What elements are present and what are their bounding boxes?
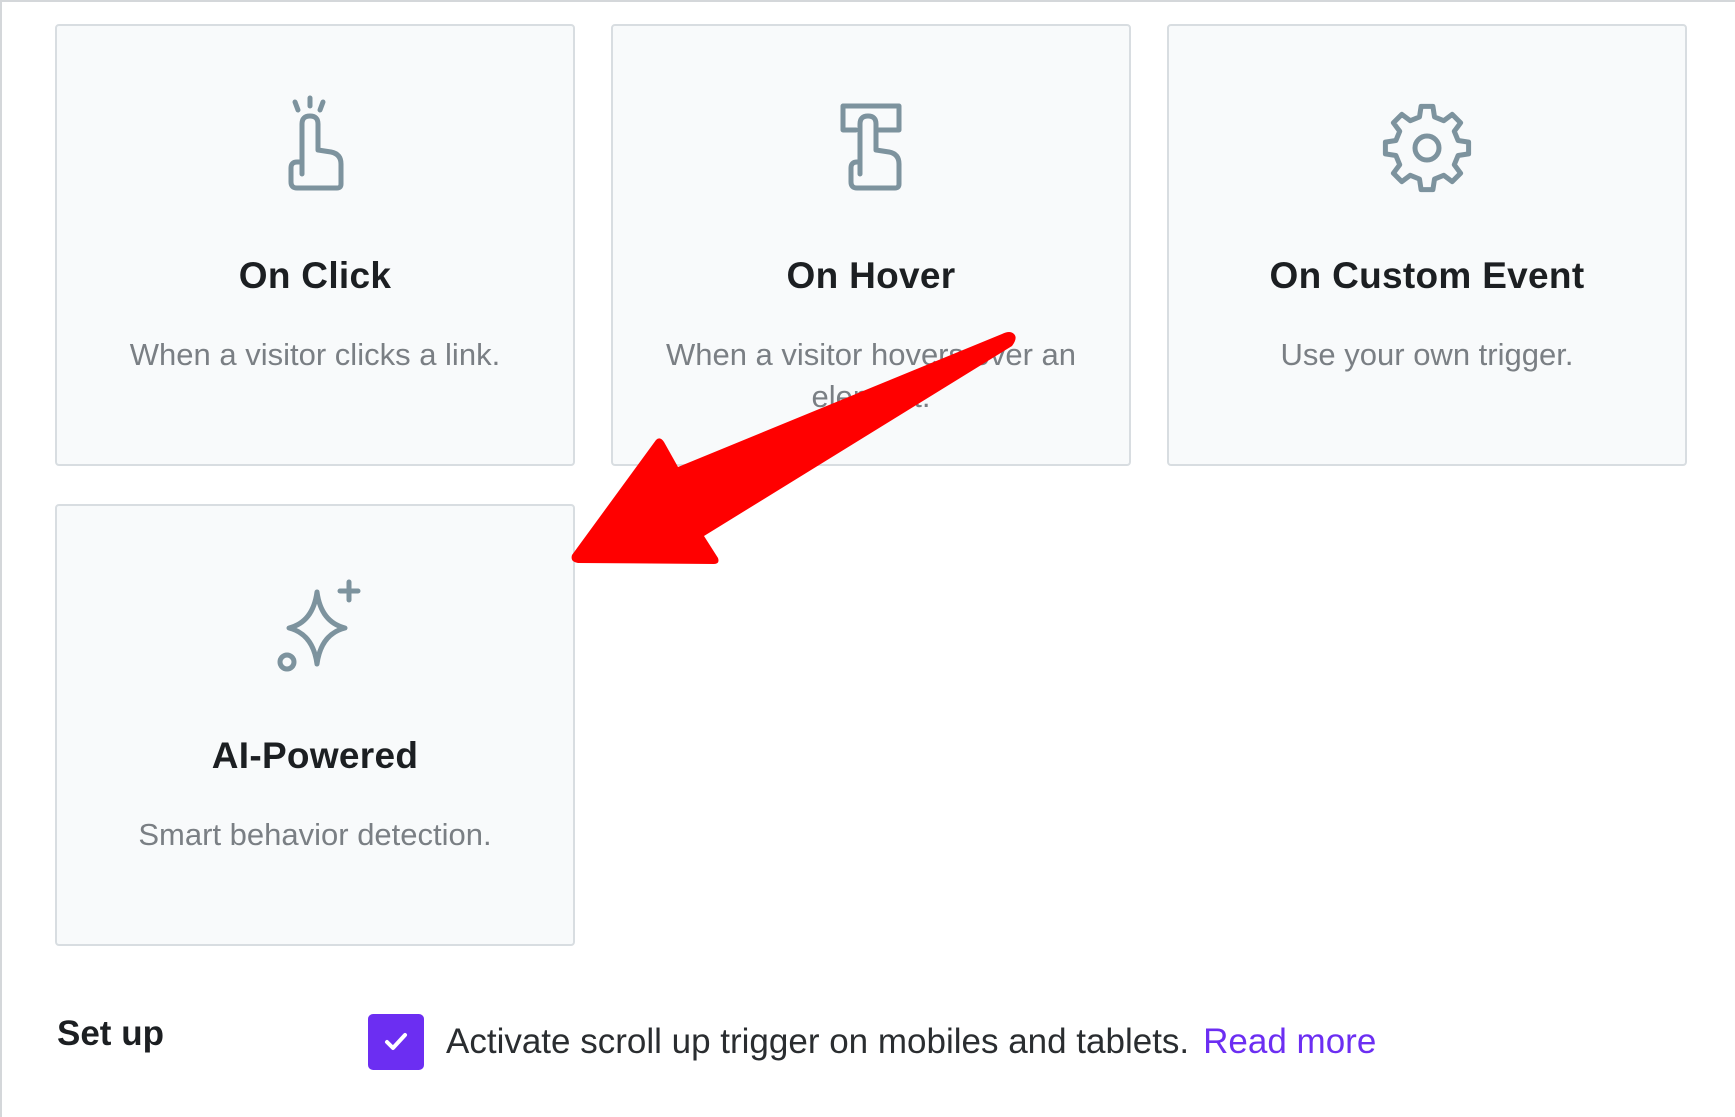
checkmark-icon <box>385 1033 407 1050</box>
gear-icon <box>1367 88 1487 208</box>
trigger-card-on-click[interactable]: On Click When a visitor clicks a link. <box>55 24 575 466</box>
trigger-settings-page: On Click When a visitor clicks a link. O… <box>0 0 1735 1117</box>
read-more-link[interactable]: Read more <box>1203 1022 1376 1061</box>
sparkle-icon <box>255 568 375 688</box>
setup-label: Set up <box>57 1014 164 1053</box>
scroll-up-trigger-label: Activate scroll up trigger on mobiles an… <box>446 1022 1376 1062</box>
card-description: When a visitor clicks a link. <box>129 337 501 372</box>
card-title: AI-Powered <box>211 735 419 776</box>
trigger-card-on-custom-event[interactable]: On Custom Event Use your own trigger. <box>1167 24 1687 466</box>
scroll-up-trigger-checkbox[interactable] <box>368 1014 424 1070</box>
card-title: On Click <box>238 255 392 296</box>
pointer-click-icon <box>255 88 375 208</box>
card-description: When a visitor hovers over an element. <box>665 337 1077 414</box>
trigger-card-ai-powered[interactable]: AI-Powered Smart behavior detection. <box>55 504 575 946</box>
card-description: Use your own trigger. <box>1280 337 1574 372</box>
pointer-hover-icon <box>811 88 931 208</box>
trigger-card-on-hover[interactable]: On Hover When a visitor hovers over an e… <box>611 24 1131 466</box>
card-title: On Custom Event <box>1269 255 1585 296</box>
card-description: Smart behavior detection. <box>138 817 492 852</box>
checkbox-label-text: Activate scroll up trigger on mobiles an… <box>446 1022 1190 1061</box>
card-title: On Hover <box>786 255 956 296</box>
